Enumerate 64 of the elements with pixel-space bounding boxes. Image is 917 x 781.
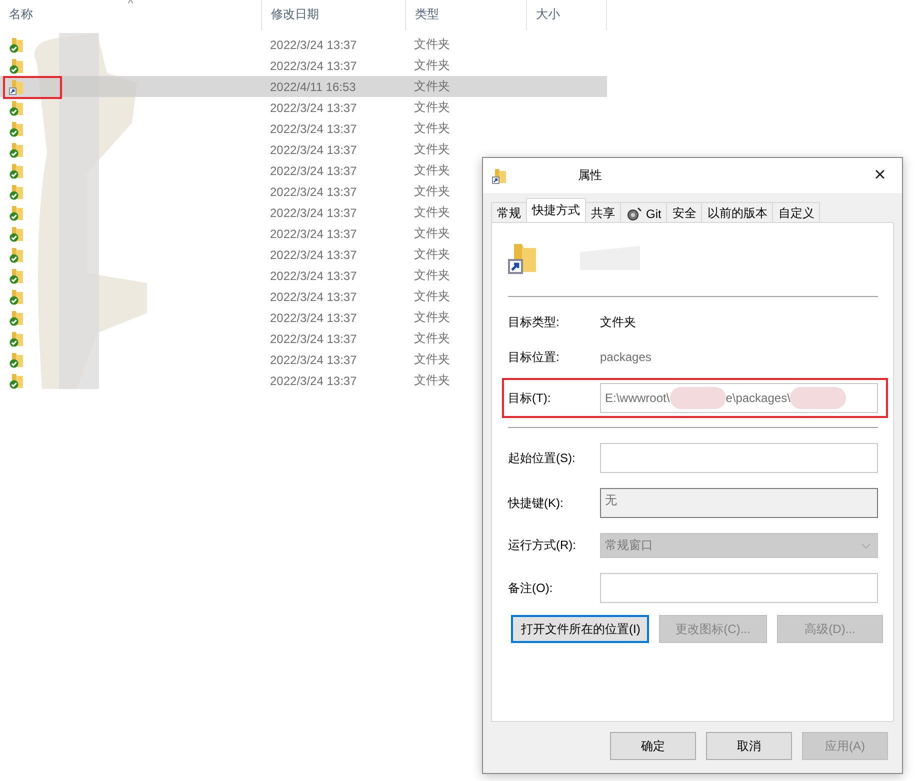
modified-date: 2022/3/24 13:37 — [269, 184, 358, 198]
field-value: packages — [600, 350, 652, 364]
field-label: 目标位置: — [508, 348, 560, 366]
tab[interactable]: Git — [620, 202, 668, 222]
file-type: 文件夹 — [413, 288, 450, 305]
modified-date: 2022/3/24 13:37 — [269, 142, 358, 156]
column-header[interactable]: 类型 — [406, 0, 527, 30]
file-type: 文件夹 — [413, 183, 450, 200]
file-type: 文件夹 — [413, 351, 450, 368]
modified-date: 2022/3/24 13:37 — [269, 374, 358, 388]
file-type: 文件夹 — [413, 372, 450, 389]
file-type: 文件夹 — [413, 204, 450, 221]
file-type: 文件夹 — [413, 162, 450, 179]
action-button[interactable]: 打开文件所在的位置(I) — [511, 615, 649, 643]
file-type: 文件夹 — [413, 330, 450, 347]
file-type: 文件夹 — [413, 267, 450, 284]
input-field[interactable] — [600, 443, 878, 473]
tab[interactable]: 常规 — [491, 202, 527, 222]
modified-date: 2022/3/24 13:37 — [269, 38, 358, 52]
field-label: 备注(O): — [508, 580, 554, 596]
file-type: 文件夹 — [413, 225, 450, 242]
file-type: 文件夹 — [413, 120, 450, 137]
file-type: 文件夹 — [413, 78, 450, 95]
tab[interactable]: 安全 — [666, 202, 702, 222]
modified-date: 2022/3/24 13:37 — [269, 226, 358, 240]
field-label: 起始位置(S): — [508, 450, 576, 466]
close-button[interactable]: × — [858, 158, 902, 193]
tab[interactable]: 快捷方式 — [526, 198, 586, 222]
file-type: 文件夹 — [413, 141, 450, 158]
modified-date: 2022/3/24 13:37 — [269, 310, 358, 324]
file-row[interactable]: 2022/4/11 16:53 文件夹 — [0, 76, 607, 97]
field-label: 目标类型: — [508, 314, 560, 330]
file-type: 文件夹 — [413, 36, 450, 53]
modified-date: 2022/4/11 16:53 — [269, 80, 357, 94]
dialog-button[interactable]: 确定 — [610, 732, 696, 760]
modified-date: 2022/3/24 13:37 — [269, 164, 358, 178]
file-type: 文件夹 — [413, 309, 450, 326]
field-label: 目标(T): — [508, 390, 552, 406]
field-value: 文件夹 — [600, 314, 636, 330]
window-title: 属性 — [578, 167, 602, 184]
field-label: 快捷键(K): — [508, 494, 564, 512]
modified-date: 2022/3/24 13:37 — [269, 290, 358, 304]
modified-date: 2022/3/24 13:37 — [269, 122, 358, 136]
input-field[interactable] — [600, 573, 878, 603]
modified-date: 2022/3/24 13:37 — [269, 248, 358, 262]
file-type: 文件夹 — [413, 57, 450, 74]
modified-date: 2022/3/24 13:37 — [269, 206, 358, 220]
modified-date: 2022/3/24 13:37 — [269, 58, 358, 72]
modified-date: 2022/3/24 13:37 — [269, 352, 358, 366]
column-header[interactable]: 大小 — [527, 0, 607, 30]
dialog-button[interactable]: 取消 — [706, 732, 792, 760]
input-field[interactable]: E:\wwwroot\ e\packages\ — [600, 383, 878, 413]
column-header[interactable]: 修改日期 — [262, 0, 406, 30]
field-label: 运行方式(R): — [508, 537, 577, 554]
modified-date: 2022/3/24 13:37 — [269, 268, 358, 282]
input-field[interactable]: 无 — [600, 488, 878, 518]
file-type: 文件夹 — [413, 99, 450, 116]
folder-shortcut-icon — [492, 168, 508, 184]
modified-date: 2022/3/24 13:37 — [269, 332, 358, 346]
tab[interactable]: 共享 — [585, 202, 621, 222]
file-type: 文件夹 — [413, 246, 450, 263]
modified-date: 2022/3/24 13:37 — [269, 100, 358, 114]
tab[interactable]: 自定义 — [772, 202, 820, 222]
chevron-down-icon — [861, 542, 871, 548]
